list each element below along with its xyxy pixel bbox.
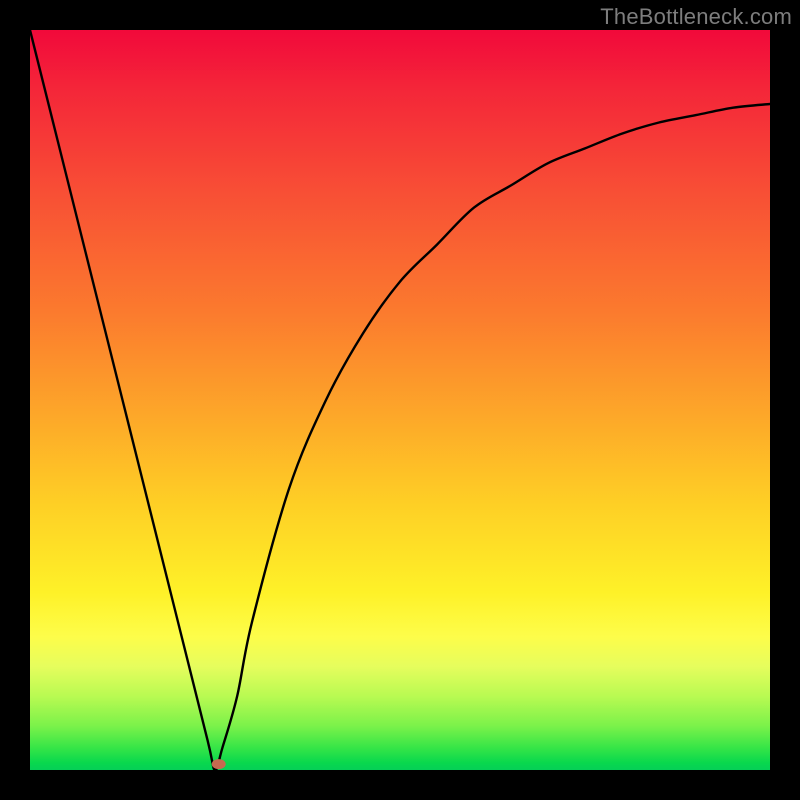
minimum-marker	[212, 759, 226, 769]
chart-frame: TheBottleneck.com	[0, 0, 800, 800]
plot-area	[30, 30, 770, 770]
curve-path	[30, 30, 770, 770]
watermark-text: TheBottleneck.com	[600, 4, 792, 30]
bottleneck-curve	[30, 30, 770, 770]
